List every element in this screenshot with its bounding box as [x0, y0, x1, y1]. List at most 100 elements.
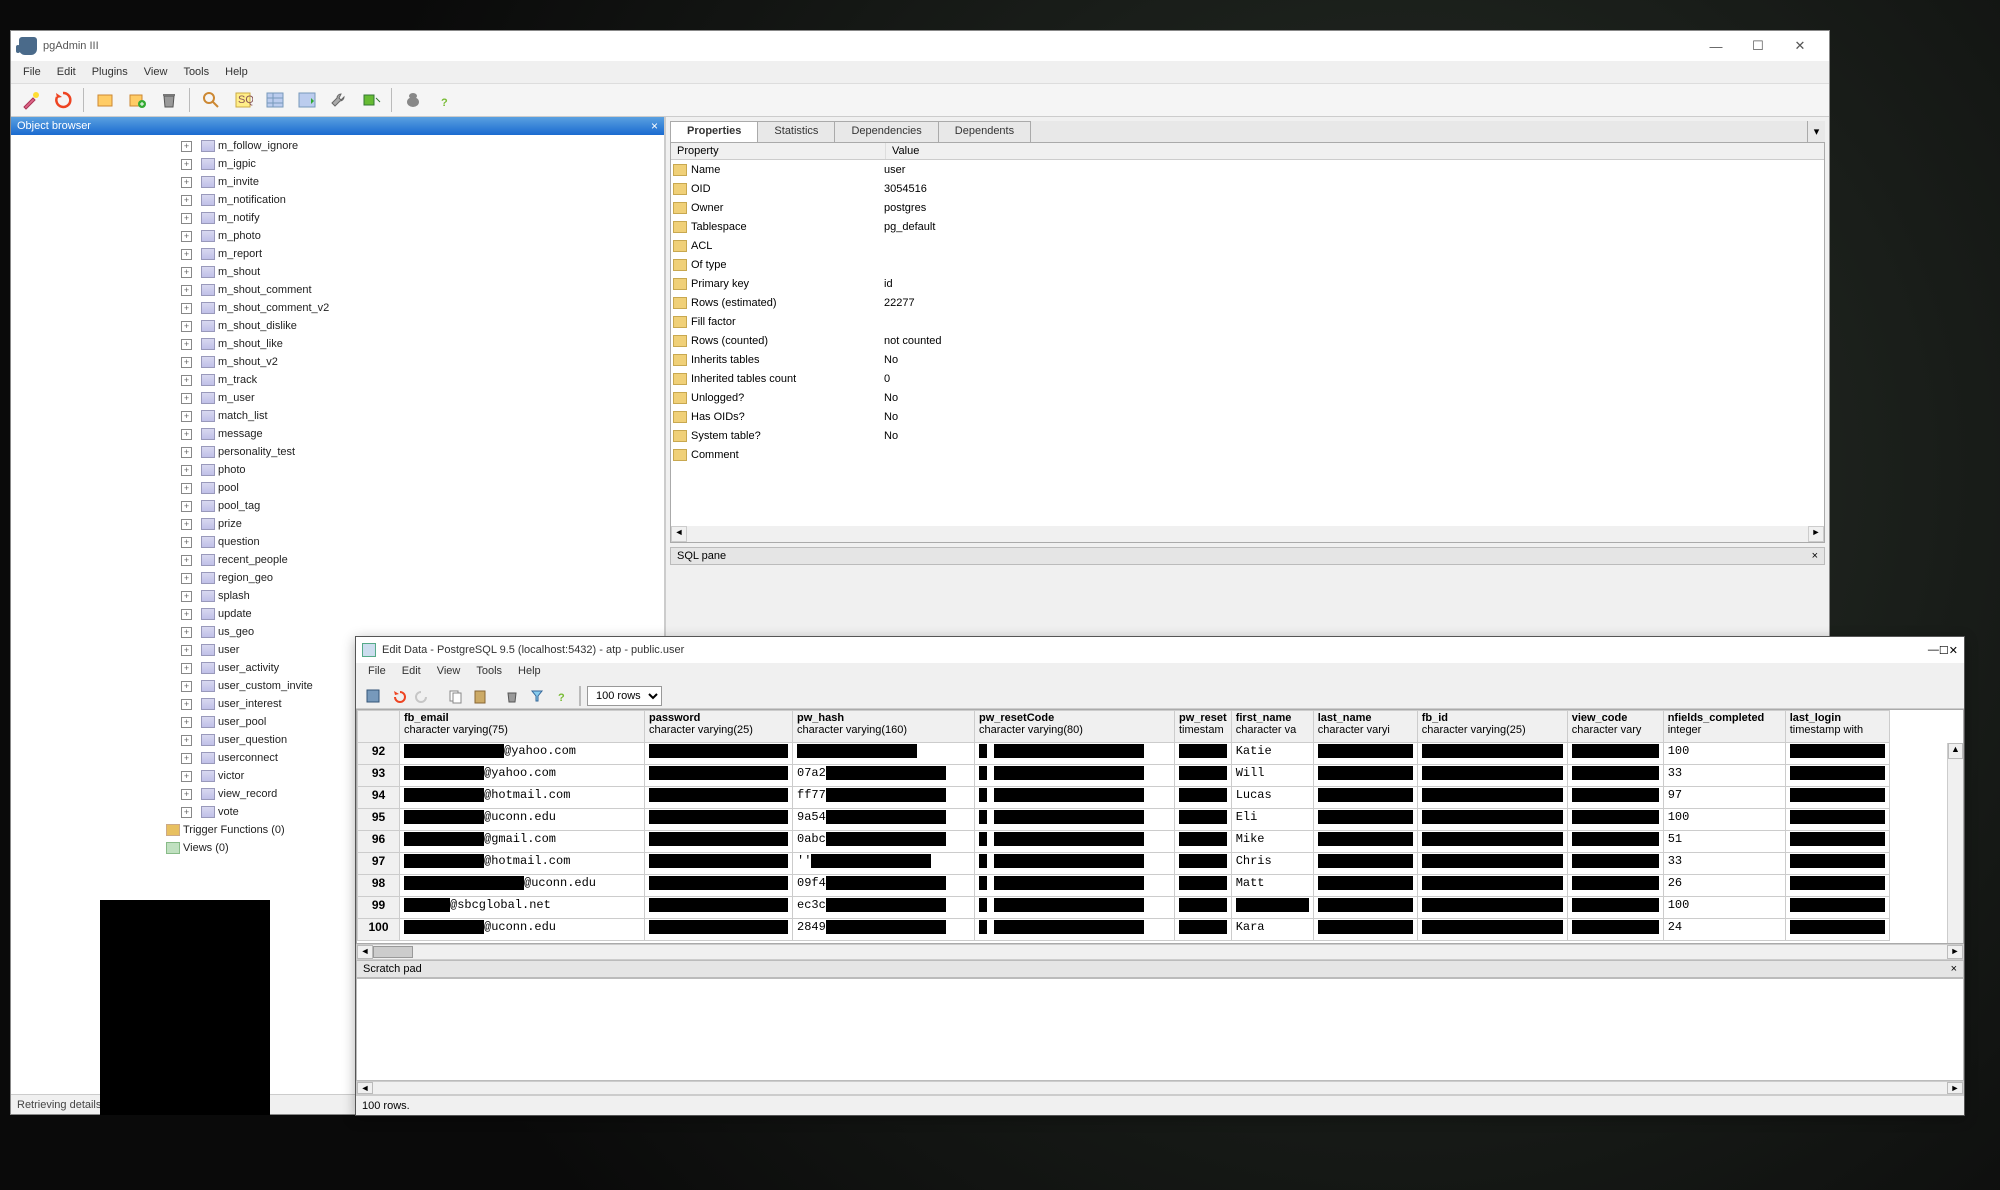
tree-item-table[interactable]: +update: [181, 605, 664, 623]
maximize-button[interactable]: ☐: [1939, 644, 1949, 657]
tree-item-table[interactable]: +match_list: [181, 407, 664, 425]
refresh-icon[interactable]: [49, 86, 77, 114]
close-icon[interactable]: ×: [1951, 963, 1957, 975]
expand-icon[interactable]: +: [181, 735, 192, 746]
expand-icon[interactable]: +: [181, 699, 192, 710]
expand-icon[interactable]: +: [181, 375, 192, 386]
chevron-down-icon[interactable]: ▾: [1807, 121, 1825, 142]
expand-icon[interactable]: +: [181, 339, 192, 350]
redo-icon[interactable]: [412, 685, 434, 707]
menu-tools[interactable]: Tools: [175, 64, 217, 80]
tab-dependencies[interactable]: Dependencies: [834, 121, 938, 142]
table-row[interactable]: 97@hotmail.com'' Chris33: [358, 853, 1890, 875]
property-row[interactable]: ACL: [671, 236, 1824, 255]
tree-item-table[interactable]: +m_shout_comment_v2: [181, 299, 664, 317]
expand-icon[interactable]: +: [181, 249, 192, 260]
expand-icon[interactable]: +: [181, 393, 192, 404]
column-header[interactable]: last_logintimestamp with: [1785, 711, 1889, 743]
tree-item-table[interactable]: +pool_tag: [181, 497, 664, 515]
tree-item-table[interactable]: +m_shout_dislike: [181, 317, 664, 335]
column-header[interactable]: passwordcharacter varying(25): [645, 711, 793, 743]
sql-editor-icon[interactable]: SQL: [229, 86, 257, 114]
execute-icon[interactable]: [357, 86, 385, 114]
table-row[interactable]: 98@uconn.edu09f4 Matt26: [358, 875, 1890, 897]
save-icon[interactable]: [362, 685, 384, 707]
column-header[interactable]: [358, 711, 400, 743]
minimize-button[interactable]: —: [1928, 644, 1939, 656]
menu-help[interactable]: Help: [510, 663, 549, 683]
tree-item-table[interactable]: +m_notify: [181, 209, 664, 227]
menu-help[interactable]: Help: [217, 64, 256, 80]
tree-item-table[interactable]: +recent_people: [181, 551, 664, 569]
row-limit-select[interactable]: 100 rows: [587, 686, 662, 706]
column-header[interactable]: nfields_completedinteger: [1663, 711, 1785, 743]
titlebar[interactable]: pgAdmin III — ☐ ✕: [11, 31, 1829, 61]
tab-dependents[interactable]: Dependents: [938, 121, 1031, 142]
expand-icon[interactable]: +: [181, 609, 192, 620]
property-row[interactable]: System table?No: [671, 426, 1824, 445]
expand-icon[interactable]: +: [181, 645, 192, 656]
data-titlebar[interactable]: Edit Data - PostgreSQL 9.5 (localhost:54…: [356, 637, 1964, 663]
copy-icon[interactable]: [444, 685, 466, 707]
table-row[interactable]: 92@yahoo.com Katie100: [358, 743, 1890, 765]
property-row[interactable]: Tablespacepg_default: [671, 217, 1824, 236]
scratchpad[interactable]: [356, 978, 1964, 1081]
property-row[interactable]: OID3054516: [671, 179, 1824, 198]
expand-icon[interactable]: +: [181, 267, 192, 278]
drop-icon[interactable]: [155, 86, 183, 114]
expand-icon[interactable]: +: [181, 555, 192, 566]
maximize-button[interactable]: ☐: [1737, 32, 1779, 60]
expand-icon[interactable]: +: [181, 501, 192, 512]
table-row[interactable]: 99@sbcglobal.netec3c 100: [358, 897, 1890, 919]
expand-icon[interactable]: +: [181, 537, 192, 548]
expand-icon[interactable]: +: [181, 465, 192, 476]
property-row[interactable]: Has OIDs?No: [671, 407, 1824, 426]
expand-icon[interactable]: +: [181, 411, 192, 422]
menu-file[interactable]: File: [15, 64, 49, 80]
tree-item-table[interactable]: +region_geo: [181, 569, 664, 587]
tree-item-table[interactable]: +pool: [181, 479, 664, 497]
tab-properties[interactable]: Properties: [670, 121, 758, 142]
table-row[interactable]: 93@yahoo.com07a2 Will33: [358, 765, 1890, 787]
menu-edit[interactable]: Edit: [394, 663, 429, 683]
undo-icon[interactable]: [387, 685, 409, 707]
expand-icon[interactable]: +: [181, 483, 192, 494]
sql-query-icon[interactable]: [197, 86, 225, 114]
property-row[interactable]: Primary keyid: [671, 274, 1824, 293]
data-grid[interactable]: fb_emailcharacter varying(75)passwordcha…: [356, 709, 1964, 944]
tree-item-table[interactable]: +prize: [181, 515, 664, 533]
tree-item-table[interactable]: +m_notification: [181, 191, 664, 209]
maintenance-icon[interactable]: [325, 86, 353, 114]
table-row[interactable]: 95@uconn.edu9a54 Eli100: [358, 809, 1890, 831]
help-icon[interactable]: ?: [431, 86, 459, 114]
filter-data-icon[interactable]: [293, 86, 321, 114]
menu-plugins[interactable]: Plugins: [84, 64, 136, 80]
tree-item-table[interactable]: +question: [181, 533, 664, 551]
column-header[interactable]: pw_hashcharacter varying(160): [793, 711, 975, 743]
vscrollbar[interactable]: ▲: [1947, 743, 1963, 943]
expand-icon[interactable]: +: [181, 807, 192, 818]
filter-icon[interactable]: [526, 685, 548, 707]
expand-icon[interactable]: +: [181, 357, 192, 368]
delete-icon[interactable]: [501, 685, 523, 707]
tree-item-table[interactable]: +m_user: [181, 389, 664, 407]
column-header[interactable]: fb_idcharacter varying(25): [1417, 711, 1567, 743]
expand-icon[interactable]: +: [181, 429, 192, 440]
tree-item-table[interactable]: +m_shout: [181, 263, 664, 281]
scratchpad-header[interactable]: Scratch pad ×: [356, 960, 1964, 978]
expand-icon[interactable]: +: [181, 681, 192, 692]
expand-icon[interactable]: +: [181, 231, 192, 242]
expand-icon[interactable]: +: [181, 519, 192, 530]
property-row[interactable]: Ownerpostgres: [671, 198, 1824, 217]
table-row[interactable]: 94@hotmail.comff77 Lucas97: [358, 787, 1890, 809]
paste-icon[interactable]: [469, 685, 491, 707]
tree-item-table[interactable]: +m_photo: [181, 227, 664, 245]
column-header[interactable]: pw_resettimestam: [1175, 711, 1232, 743]
table-row[interactable]: 96@gmail.com0abc Mike51: [358, 831, 1890, 853]
expand-icon[interactable]: +: [181, 177, 192, 188]
property-row[interactable]: Nameuser: [671, 160, 1824, 179]
menubar[interactable]: File Edit Plugins View Tools Help: [11, 61, 1829, 83]
column-header[interactable]: view_codecharacter vary: [1567, 711, 1663, 743]
tree-item-table[interactable]: +m_shout_comment: [181, 281, 664, 299]
column-header[interactable]: pw_resetCodecharacter varying(80): [975, 711, 1175, 743]
